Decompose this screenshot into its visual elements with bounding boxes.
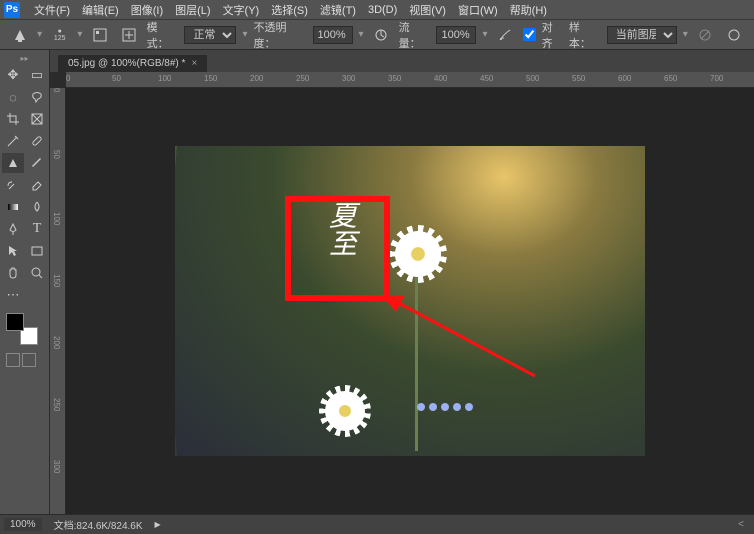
- pressure-opacity-icon[interactable]: [370, 23, 393, 47]
- lasso-tool[interactable]: [26, 87, 48, 107]
- sample-label: 样本：: [569, 19, 601, 51]
- type-tool[interactable]: T: [26, 219, 48, 239]
- pressure-size-icon[interactable]: [723, 23, 746, 47]
- ruler-horizontal: 0501001502002503003504004505005506006507…: [66, 72, 754, 88]
- airbrush-icon[interactable]: [494, 23, 517, 47]
- history-brush-tool[interactable]: [2, 175, 24, 195]
- clone-stamp-icon[interactable]: [8, 23, 31, 47]
- rectangle-tool[interactable]: [26, 241, 48, 261]
- frame-tool[interactable]: [26, 109, 48, 129]
- brush-panel-icon[interactable]: [88, 23, 111, 47]
- path-select-tool[interactable]: [2, 241, 24, 261]
- brush-tool[interactable]: [26, 153, 48, 173]
- annotation-arrow: [385, 296, 545, 386]
- sample-select[interactable]: 当前图层: [607, 26, 677, 44]
- gradient-tool[interactable]: [2, 197, 24, 217]
- menu-file[interactable]: 文件(F): [28, 0, 76, 20]
- canvas[interactable]: 夏至: [66, 88, 754, 514]
- brush-settings-icon[interactable]: [117, 23, 140, 47]
- brush-dropdown[interactable]: ▾: [77, 29, 82, 40]
- eyedropper-tool[interactable]: [2, 131, 24, 151]
- options-bar: ▾ ●125 ▾ 模式： 正常 ▾ 不透明度： 100% ▾ 流量： 100% …: [0, 20, 754, 50]
- document-area: 05.jpg @ 100%(RGB/8#) * × 05010015020025…: [50, 50, 754, 514]
- opacity-label: 不透明度：: [253, 19, 306, 51]
- document-tab[interactable]: 05.jpg @ 100%(RGB/8#) * ×: [58, 55, 207, 72]
- mode-select[interactable]: 正常: [184, 26, 236, 44]
- quickmask-icon[interactable]: [6, 353, 20, 367]
- close-icon[interactable]: ×: [191, 58, 197, 69]
- doc-info[interactable]: 文档:824.6K/824.6K: [54, 517, 143, 532]
- tab-bar: 05.jpg @ 100%(RGB/8#) * ×: [50, 50, 754, 72]
- zoom-level[interactable]: 100%: [4, 518, 42, 531]
- status-bar: 100% 文档:824.6K/824.6K ▶ <: [0, 514, 754, 534]
- menu-filter[interactable]: 滤镜(T): [314, 0, 362, 20]
- hand-tool[interactable]: [2, 263, 24, 283]
- ruler-vertical: 050100150200250300: [50, 88, 66, 514]
- app-logo: Ps: [4, 2, 20, 18]
- foreground-color[interactable]: [6, 313, 24, 331]
- menu-edit[interactable]: 编辑(E): [76, 0, 125, 20]
- statusbar-collapse-icon[interactable]: <: [738, 519, 744, 530]
- color-swatches[interactable]: [6, 313, 38, 345]
- menu-help[interactable]: 帮助(H): [504, 0, 553, 20]
- artboard-tool[interactable]: ▭: [26, 65, 48, 85]
- menu-image[interactable]: 图像(I): [125, 0, 169, 20]
- brush-preview-icon[interactable]: ●125: [48, 23, 71, 47]
- tab-title: 05.jpg @ 100%(RGB/8#) *: [68, 58, 185, 69]
- opacity-dropdown[interactable]: ▾: [359, 29, 364, 40]
- blur-tool[interactable]: [26, 197, 48, 217]
- menu-view[interactable]: 视图(V): [403, 0, 452, 20]
- align-checkbox[interactable]: [523, 28, 536, 41]
- eraser-tool[interactable]: [26, 175, 48, 195]
- menu-select[interactable]: 选择(S): [265, 0, 314, 20]
- flow-label: 流量：: [399, 19, 431, 51]
- tools-panel: ▸▸ ✥ ▭ ◌ T ⋯: [0, 50, 50, 514]
- edit-toolbar[interactable]: ⋯: [2, 285, 24, 305]
- doc-info-dropdown[interactable]: ▶: [155, 520, 161, 529]
- screenmode-icon[interactable]: [22, 353, 36, 367]
- mode-label: 模式：: [147, 19, 179, 51]
- flow-value[interactable]: 100%: [436, 26, 476, 44]
- panel-collapse-icon[interactable]: ▸▸: [2, 54, 47, 63]
- align-label: 对齐: [542, 19, 563, 51]
- annotation-text: 夏至: [320, 201, 360, 257]
- ignore-adjust-icon[interactable]: [694, 23, 717, 47]
- healing-tool[interactable]: [26, 131, 48, 151]
- crop-tool[interactable]: [2, 109, 24, 129]
- zoom-tool[interactable]: [26, 263, 48, 283]
- move-tool[interactable]: ✥: [2, 65, 24, 85]
- menu-layer[interactable]: 图层(L): [169, 0, 216, 20]
- opacity-value[interactable]: 100%: [313, 26, 353, 44]
- menu-window[interactable]: 窗口(W): [452, 0, 504, 20]
- menu-type[interactable]: 文字(Y): [217, 0, 266, 20]
- document-image: 夏至: [175, 146, 645, 456]
- menu-3d[interactable]: 3D(D): [362, 2, 403, 18]
- tool-preset-dropdown[interactable]: ▾: [37, 29, 42, 40]
- clone-stamp-tool[interactable]: [2, 153, 24, 173]
- marquee-tool[interactable]: ◌: [2, 87, 24, 107]
- pen-tool[interactable]: [2, 219, 24, 239]
- flow-dropdown[interactable]: ▾: [482, 29, 487, 40]
- menu-bar: Ps 文件(F) 编辑(E) 图像(I) 图层(L) 文字(Y) 选择(S) 滤…: [0, 0, 754, 20]
